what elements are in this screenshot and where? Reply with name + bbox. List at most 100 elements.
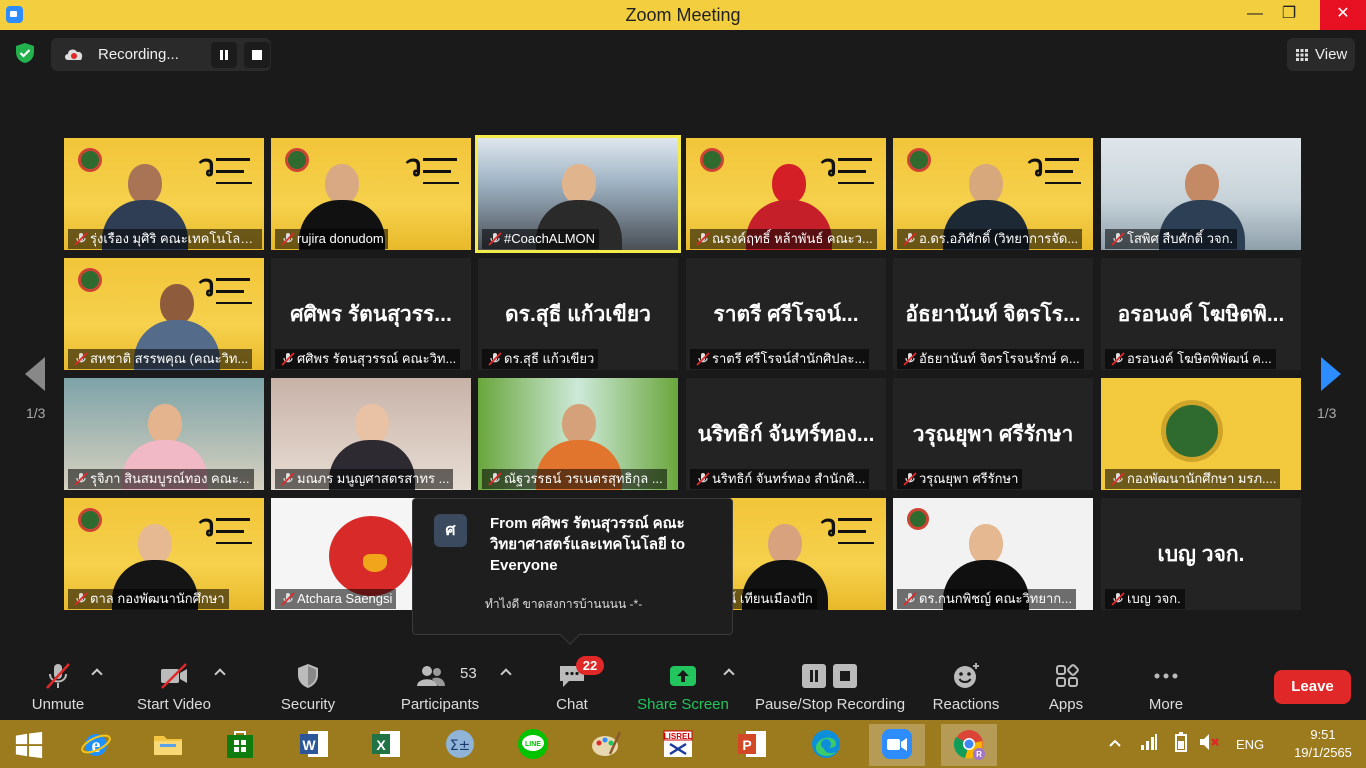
taskbar-internet-explorer[interactable]: e (68, 724, 124, 766)
muted-mic-icon (696, 232, 710, 246)
participant-tile[interactable]: เบญ วจก. เบญ วจก. (1101, 498, 1301, 610)
apps-icon (1056, 664, 1079, 687)
participant-name-label: #CoachALMON (482, 229, 600, 249)
participants-button[interactable]: Participants (396, 648, 484, 720)
participant-tile[interactable]: กองพัฒนานักศึกษา มรภ.... (1101, 378, 1301, 490)
stop-recording-button[interactable] (244, 42, 270, 68)
participant-display-name: ดร.สุธี แก้วเขียว (505, 303, 651, 326)
clock-time: 9:51 (1310, 727, 1336, 742)
participant-name: รุ่งเรือง มุศิริ คณะเทคโนโลยี... (90, 231, 259, 246)
taskbar-line[interactable]: LINE (505, 724, 561, 766)
svg-text:LISREL: LISREL (664, 732, 693, 741)
participant-name: สหชาติ สรรพคุณ (คณะวิท... (90, 351, 249, 366)
reactions-button[interactable]: Reactions (926, 648, 1006, 720)
taskbar-store[interactable] (212, 724, 268, 766)
taskbar-lisrel[interactable]: LISREL (650, 724, 706, 766)
svg-text:Σ±: Σ± (450, 738, 471, 754)
title-bar: Zoom Meeting — ❐ ✕ (0, 0, 1366, 30)
start-video-button[interactable]: Start Video (130, 648, 218, 720)
participant-tile[interactable]: ว rujira donudom (271, 138, 471, 250)
view-label: View (1315, 46, 1348, 63)
encryption-shield-icon[interactable] (14, 42, 36, 64)
participants-options-caret-icon[interactable] (500, 668, 512, 680)
taskbar-word[interactable]: W (286, 724, 342, 766)
participant-tile[interactable]: มณภร มนูญศาสตรสาทร ... (271, 378, 471, 490)
taskbar-edge[interactable] (798, 724, 854, 766)
network-signal-icon[interactable] (1140, 734, 1158, 750)
participant-tile[interactable]: #CoachALMON (475, 135, 681, 253)
folder-icon (154, 736, 182, 755)
participant-tile[interactable]: อัธยานันท์ จิตรโร... อัธยานันท์ จิตรโรจนร… (893, 258, 1093, 370)
pause-recording-button[interactable] (211, 42, 237, 68)
participant-name: อ.ดร.อภิศักดิ์ (วิทยาการจัด... (919, 231, 1079, 246)
taskbar-excel[interactable]: X (358, 724, 414, 766)
windows-logo-icon (15, 731, 43, 759)
participant-name: มณภร มนูญศาสตรสาทร ... (297, 471, 450, 486)
participant-tile[interactable]: ดร.สุธี แก้วเขียว ดร.สุธี แก้วเขียว (478, 258, 678, 370)
participant-tile[interactable]: วณรงค์ฤทธิ์ หล้าพันธ์ คณะว... (686, 138, 886, 250)
taskbar-file-explorer[interactable] (140, 724, 196, 766)
participant-tile[interactable]: ณัฐวรรธน์ วรเนตรสุทธิกุล ... (478, 378, 678, 490)
more-label: More (1148, 696, 1184, 713)
participant-name: ศศิพร รัตนสุวรรณ์ คณะวิท... (297, 351, 457, 366)
participant-tile[interactable]: วรุณยุพา ศรีรักษา วรุณยุพา ศรีรักษา (893, 378, 1093, 490)
participant-tile[interactable]: วอ.ดร.อภิศักดิ์ (วิทยาการจัด... (893, 138, 1093, 250)
participant-tile[interactable]: ราตรี ศรีโรจน์... ราตรี ศรีโรจน์สำนักศิปล… (686, 258, 886, 370)
participant-tile[interactable]: ศศิพร รัตนสุวรร... ศศิพร รัตนสุวรรณ์ คณะว… (271, 258, 471, 370)
unmute-button[interactable]: Unmute (22, 648, 94, 720)
taskbar-paint[interactable] (578, 724, 634, 766)
muted-mic-icon (1111, 232, 1125, 246)
previous-page-arrow-icon[interactable] (25, 357, 45, 391)
chat-message-text: ทำไงดี ขาดสงการบ้านนนน -*- (485, 597, 643, 611)
taskbar-calculator[interactable]: Σ± (432, 724, 488, 766)
participant-tile[interactable]: รุจิภา สินสมบูรณ์ทอง คณะ... (64, 378, 264, 490)
svg-text:ว: ว (1027, 150, 1044, 183)
chrome-icon: R (953, 730, 985, 760)
participant-name: ณัฐวรรธน์ วรเนตรสุทธิกุล ... (504, 471, 663, 486)
chat-notification-popup[interactable]: ศ From ศศิพร รัตนสุวรรณ์ คณะวิทยาศาสตร์แ… (412, 498, 733, 645)
view-button[interactable]: View (1287, 38, 1355, 71)
window-title: Zoom Meeting (625, 5, 741, 25)
security-button[interactable]: Security (270, 648, 346, 720)
participant-tile[interactable]: โสพิศ สืบศักดิ์ วจก. (1101, 138, 1301, 250)
share-screen-button[interactable]: Share Screen (636, 648, 730, 720)
participant-name-label: Atchara Saengsi (275, 589, 397, 609)
participant-tile[interactable]: วสหชาติ สรรพคุณ (คณะวิท... (64, 258, 264, 370)
muted-mic-icon (281, 352, 295, 366)
participant-name-label: ดร.กนกพิชญ์ คณะวิทยาก... (897, 589, 1076, 609)
participant-tile[interactable]: วรุ่งเรือง มุศิริ คณะเทคโนโลยี... (64, 138, 264, 250)
participant-tile[interactable]: อรอนงค์ โฆษิตพิ... อรอนงค์ โฆษิตพิพัฒน์ ค… (1101, 258, 1301, 370)
start-menu-button[interactable] (0, 724, 60, 766)
taskbar-clock[interactable]: 9:51 19/1/2565 (1291, 726, 1355, 762)
taskbar-powerpoint[interactable]: P (724, 724, 780, 766)
battery-icon[interactable] (1172, 732, 1190, 752)
page-indicator-left: 1/3 (26, 405, 46, 421)
taskbar-chrome[interactable]: R (941, 724, 997, 766)
more-dots-icon (1154, 673, 1178, 679)
start-video-label: Start Video (137, 696, 211, 713)
speaker-muted-icon[interactable] (1198, 732, 1220, 752)
participant-name: #CoachALMON (504, 231, 596, 246)
input-language[interactable]: ENG (1236, 737, 1264, 752)
line-app-icon: LINE (518, 729, 548, 759)
apps-button[interactable]: Apps (1030, 648, 1102, 720)
participant-display-name: เบญ วจก. (1157, 543, 1245, 566)
svg-text:P: P (742, 737, 751, 753)
chat-sender-line: From ศศิพร รัตนสุวรรณ์ คณะวิทยาศาสตร์และ… (490, 515, 686, 574)
next-page-arrow-icon[interactable] (1321, 357, 1341, 391)
participant-name: ตาล กองพัฒนานักศึกษา (90, 591, 225, 606)
pause-stop-recording-button[interactable]: Pause/Stop Recording (752, 648, 908, 720)
leave-meeting-button[interactable]: Leave (1274, 670, 1351, 704)
participant-tile[interactable]: นริทธิก์ จันทร์ทอง... นริทธิก์ จันทร์ทอง … (686, 378, 886, 490)
participant-name-label: โสพิศ สืบศักดิ์ วจก. (1105, 229, 1238, 249)
more-button[interactable]: More (1130, 648, 1202, 720)
close-button[interactable]: ✕ (1320, 0, 1366, 30)
participant-tile[interactable]: ดร.กนกพิชญ์ คณะวิทยาก... (893, 498, 1093, 610)
university-seal (907, 148, 931, 172)
participant-display-name: ราตรี ศรีโรจน์... (713, 303, 859, 326)
maximize-button[interactable]: ❐ (1266, 0, 1312, 30)
tray-expand-icon[interactable] (1108, 738, 1122, 748)
svg-text:ว: ว (198, 510, 215, 543)
participant-tile[interactable]: วตาล กองพัฒนานักศึกษา (64, 498, 264, 610)
taskbar-zoom[interactable] (869, 724, 925, 766)
